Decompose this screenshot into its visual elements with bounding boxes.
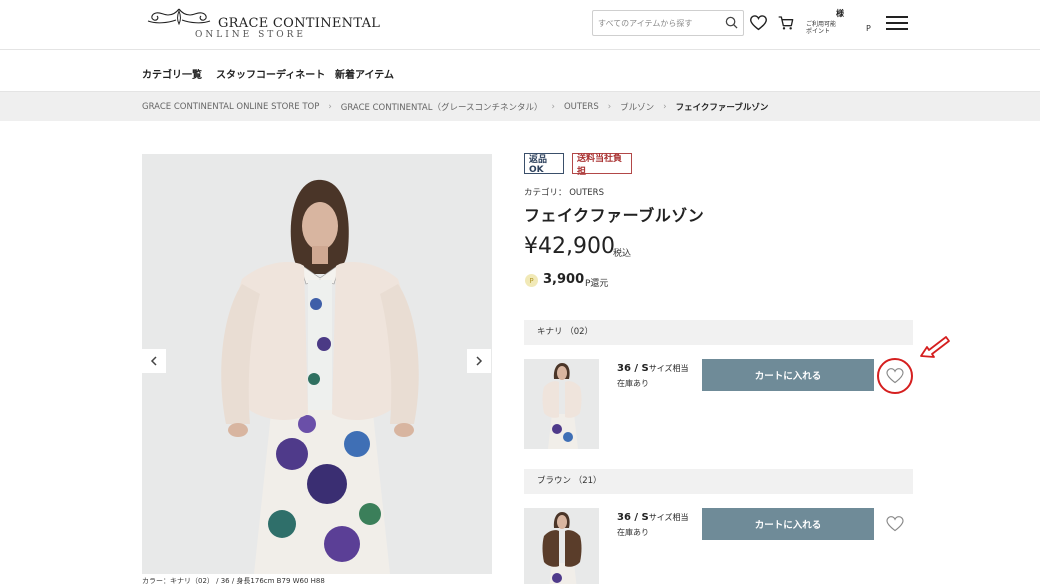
breadcrumb-chevron-icon: › xyxy=(663,102,667,112)
points-label-line2: ポイント xyxy=(806,28,831,35)
hamburger-menu-icon[interactable] xyxy=(886,16,908,30)
site-header: GRACE CONTINENTAL ONLINE STORE 様 ご利用可能 ポ… xyxy=(0,0,1040,50)
add-to-cart-button[interactable]: カートに入れる xyxy=(702,359,874,391)
variant-size: 36 / Sサイズ相当 xyxy=(617,512,689,523)
nav-item-new-arrivals[interactable]: 新着アイテム xyxy=(335,66,394,81)
points-unit: P xyxy=(866,24,871,33)
nav-item-category-list[interactable]: カテゴリ一覧 xyxy=(142,66,202,81)
breadcrumb-chevron-icon: › xyxy=(328,102,332,112)
badge-returns-ok: 返品OK xyxy=(524,153,564,175)
breadcrumb-item-blouson[interactable]: ブルゾン xyxy=(620,101,654,113)
variant-size-value: 36 / S xyxy=(617,512,649,523)
product-category: カテゴリ： OUTERS xyxy=(524,188,604,198)
brand-logo[interactable]: GRACE CONTINENTAL ONLINE STORE xyxy=(146,6,380,44)
search-icon[interactable] xyxy=(725,16,738,29)
variant-stock: 在庫あり xyxy=(617,528,649,537)
breadcrumb-chevron-icon: › xyxy=(551,102,555,112)
chevron-left-icon xyxy=(150,356,157,366)
breadcrumb-item-top[interactable]: GRACE CONTINENTAL ONLINE STORE TOP xyxy=(142,102,319,112)
tax-label: 税込 xyxy=(613,249,632,259)
breadcrumb: GRACE CONTINENTAL ONLINE STORE TOP › GRA… xyxy=(0,92,1040,121)
brand-title: GRACE CONTINENTAL xyxy=(218,16,381,31)
image-caption: カラー：キナリ（02） / 36 / 身長176cm B79 W60 H88 xyxy=(142,577,325,584)
search-box xyxy=(592,10,744,36)
points-value: 3,900 xyxy=(543,272,585,287)
variant-size-note: サイズ相当 xyxy=(648,364,689,373)
variant-thumbnail-photo xyxy=(524,508,599,584)
breadcrumb-item-outers[interactable]: OUTERS xyxy=(564,102,599,112)
variant-thumbnail-photo xyxy=(524,359,599,449)
variant-size-value: 36 / S xyxy=(617,363,649,374)
user-points[interactable]: 様 ご利用可能 ポイント xyxy=(806,8,846,40)
breadcrumb-item-brand[interactable]: GRACE CONTINENTAL（グレースコンチネンタル） xyxy=(341,101,543,113)
variant-color-header: ブラウン （21） xyxy=(524,469,913,494)
product-main-image[interactable] xyxy=(142,154,492,574)
breadcrumb-chevron-icon: › xyxy=(607,102,612,112)
chevron-right-icon xyxy=(476,356,483,366)
logo-ornament-icon xyxy=(147,8,211,26)
variant-thumbnail[interactable] xyxy=(524,508,599,584)
product-price: ¥42,900 xyxy=(524,234,615,259)
variant-size: 36 / Sサイズ相当 xyxy=(617,363,689,374)
variant-thumbnail[interactable] xyxy=(524,359,599,449)
search-input[interactable] xyxy=(593,11,717,36)
user-suffix: 様 xyxy=(836,9,844,18)
variant-color-header: キナリ （02） xyxy=(524,320,913,345)
points-unit-label: P還元 xyxy=(585,279,609,289)
product-title: フェイクファーブルゾン xyxy=(524,206,705,225)
model-photo xyxy=(142,154,492,574)
breadcrumb-item-current: フェイクファーブルゾン xyxy=(675,103,769,113)
add-to-cart-button[interactable]: カートに入れる xyxy=(702,508,874,540)
annotation-circle xyxy=(877,358,913,394)
annotation-arrow-icon xyxy=(920,336,950,358)
nav-item-staff-coordinate[interactable]: スタッフコーディネート xyxy=(216,66,325,81)
points-label-line1: ご利用可能 xyxy=(806,21,837,28)
favorite-heart-icon[interactable] xyxy=(886,516,904,532)
badge-free-shipping: 送料当社負担 xyxy=(572,153,632,177)
image-prev-button[interactable] xyxy=(142,349,166,373)
main-nav: カテゴリ一覧 スタッフコーディネート 新着アイテム xyxy=(0,50,1040,92)
variant-stock: 在庫あり xyxy=(617,379,649,388)
image-next-button[interactable] xyxy=(467,349,491,373)
points-coin-icon: P xyxy=(525,274,538,287)
brand-subtitle: ONLINE STORE xyxy=(195,30,306,40)
variant-size-note: サイズ相当 xyxy=(648,513,689,522)
favorites-heart-icon[interactable] xyxy=(750,15,767,31)
cart-icon[interactable] xyxy=(778,15,794,31)
